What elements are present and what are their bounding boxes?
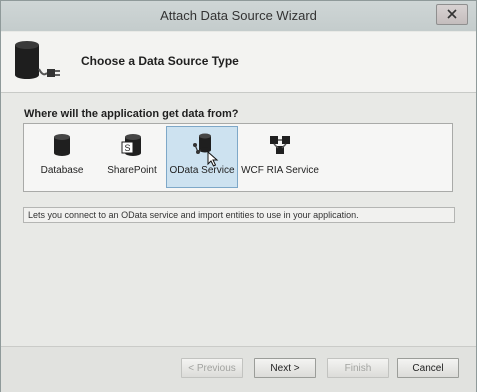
source-sharepoint[interactable]: S SharePoint: [96, 126, 168, 188]
mouse-cursor-icon: [207, 151, 219, 167]
wizard-window: Attach Data Source Wizard Choose a Data …: [0, 0, 477, 392]
source-database[interactable]: Database: [26, 126, 98, 188]
window-title: Attach Data Source Wizard: [160, 8, 317, 23]
previous-button[interactable]: < Previous: [181, 358, 243, 378]
finish-button[interactable]: Finish: [327, 358, 389, 378]
source-wcf-ria-service[interactable]: WCF RIA Service: [241, 126, 319, 188]
description-text: Lets you connect to an OData service and…: [23, 207, 455, 223]
question-label: Where will the application get data from…: [24, 108, 239, 120]
page-title: Choose a Data Source Type: [81, 54, 239, 68]
data-source-list: Database S SharePoint OData Service WCF …: [23, 123, 453, 192]
close-button[interactable]: [436, 4, 468, 25]
wcf-ria-service-icon: [270, 136, 290, 154]
title-bar[interactable]: Attach Data Source Wizard: [1, 1, 476, 31]
cancel-button[interactable]: Cancel: [397, 358, 459, 378]
source-label: WCF RIA Service: [241, 165, 319, 176]
close-icon: [447, 9, 457, 19]
source-odata-service[interactable]: OData Service: [166, 126, 238, 188]
wizard-header: Choose a Data Source Type: [1, 32, 476, 93]
database-plug-icon: [15, 41, 60, 79]
database-icon: [54, 134, 70, 156]
sharepoint-icon: S: [121, 134, 141, 156]
next-button[interactable]: Next >: [254, 358, 316, 378]
svg-text:S: S: [124, 143, 130, 153]
source-label: OData Service: [169, 165, 235, 176]
wizard-footer: < Previous Next > Finish Cancel: [1, 346, 476, 392]
